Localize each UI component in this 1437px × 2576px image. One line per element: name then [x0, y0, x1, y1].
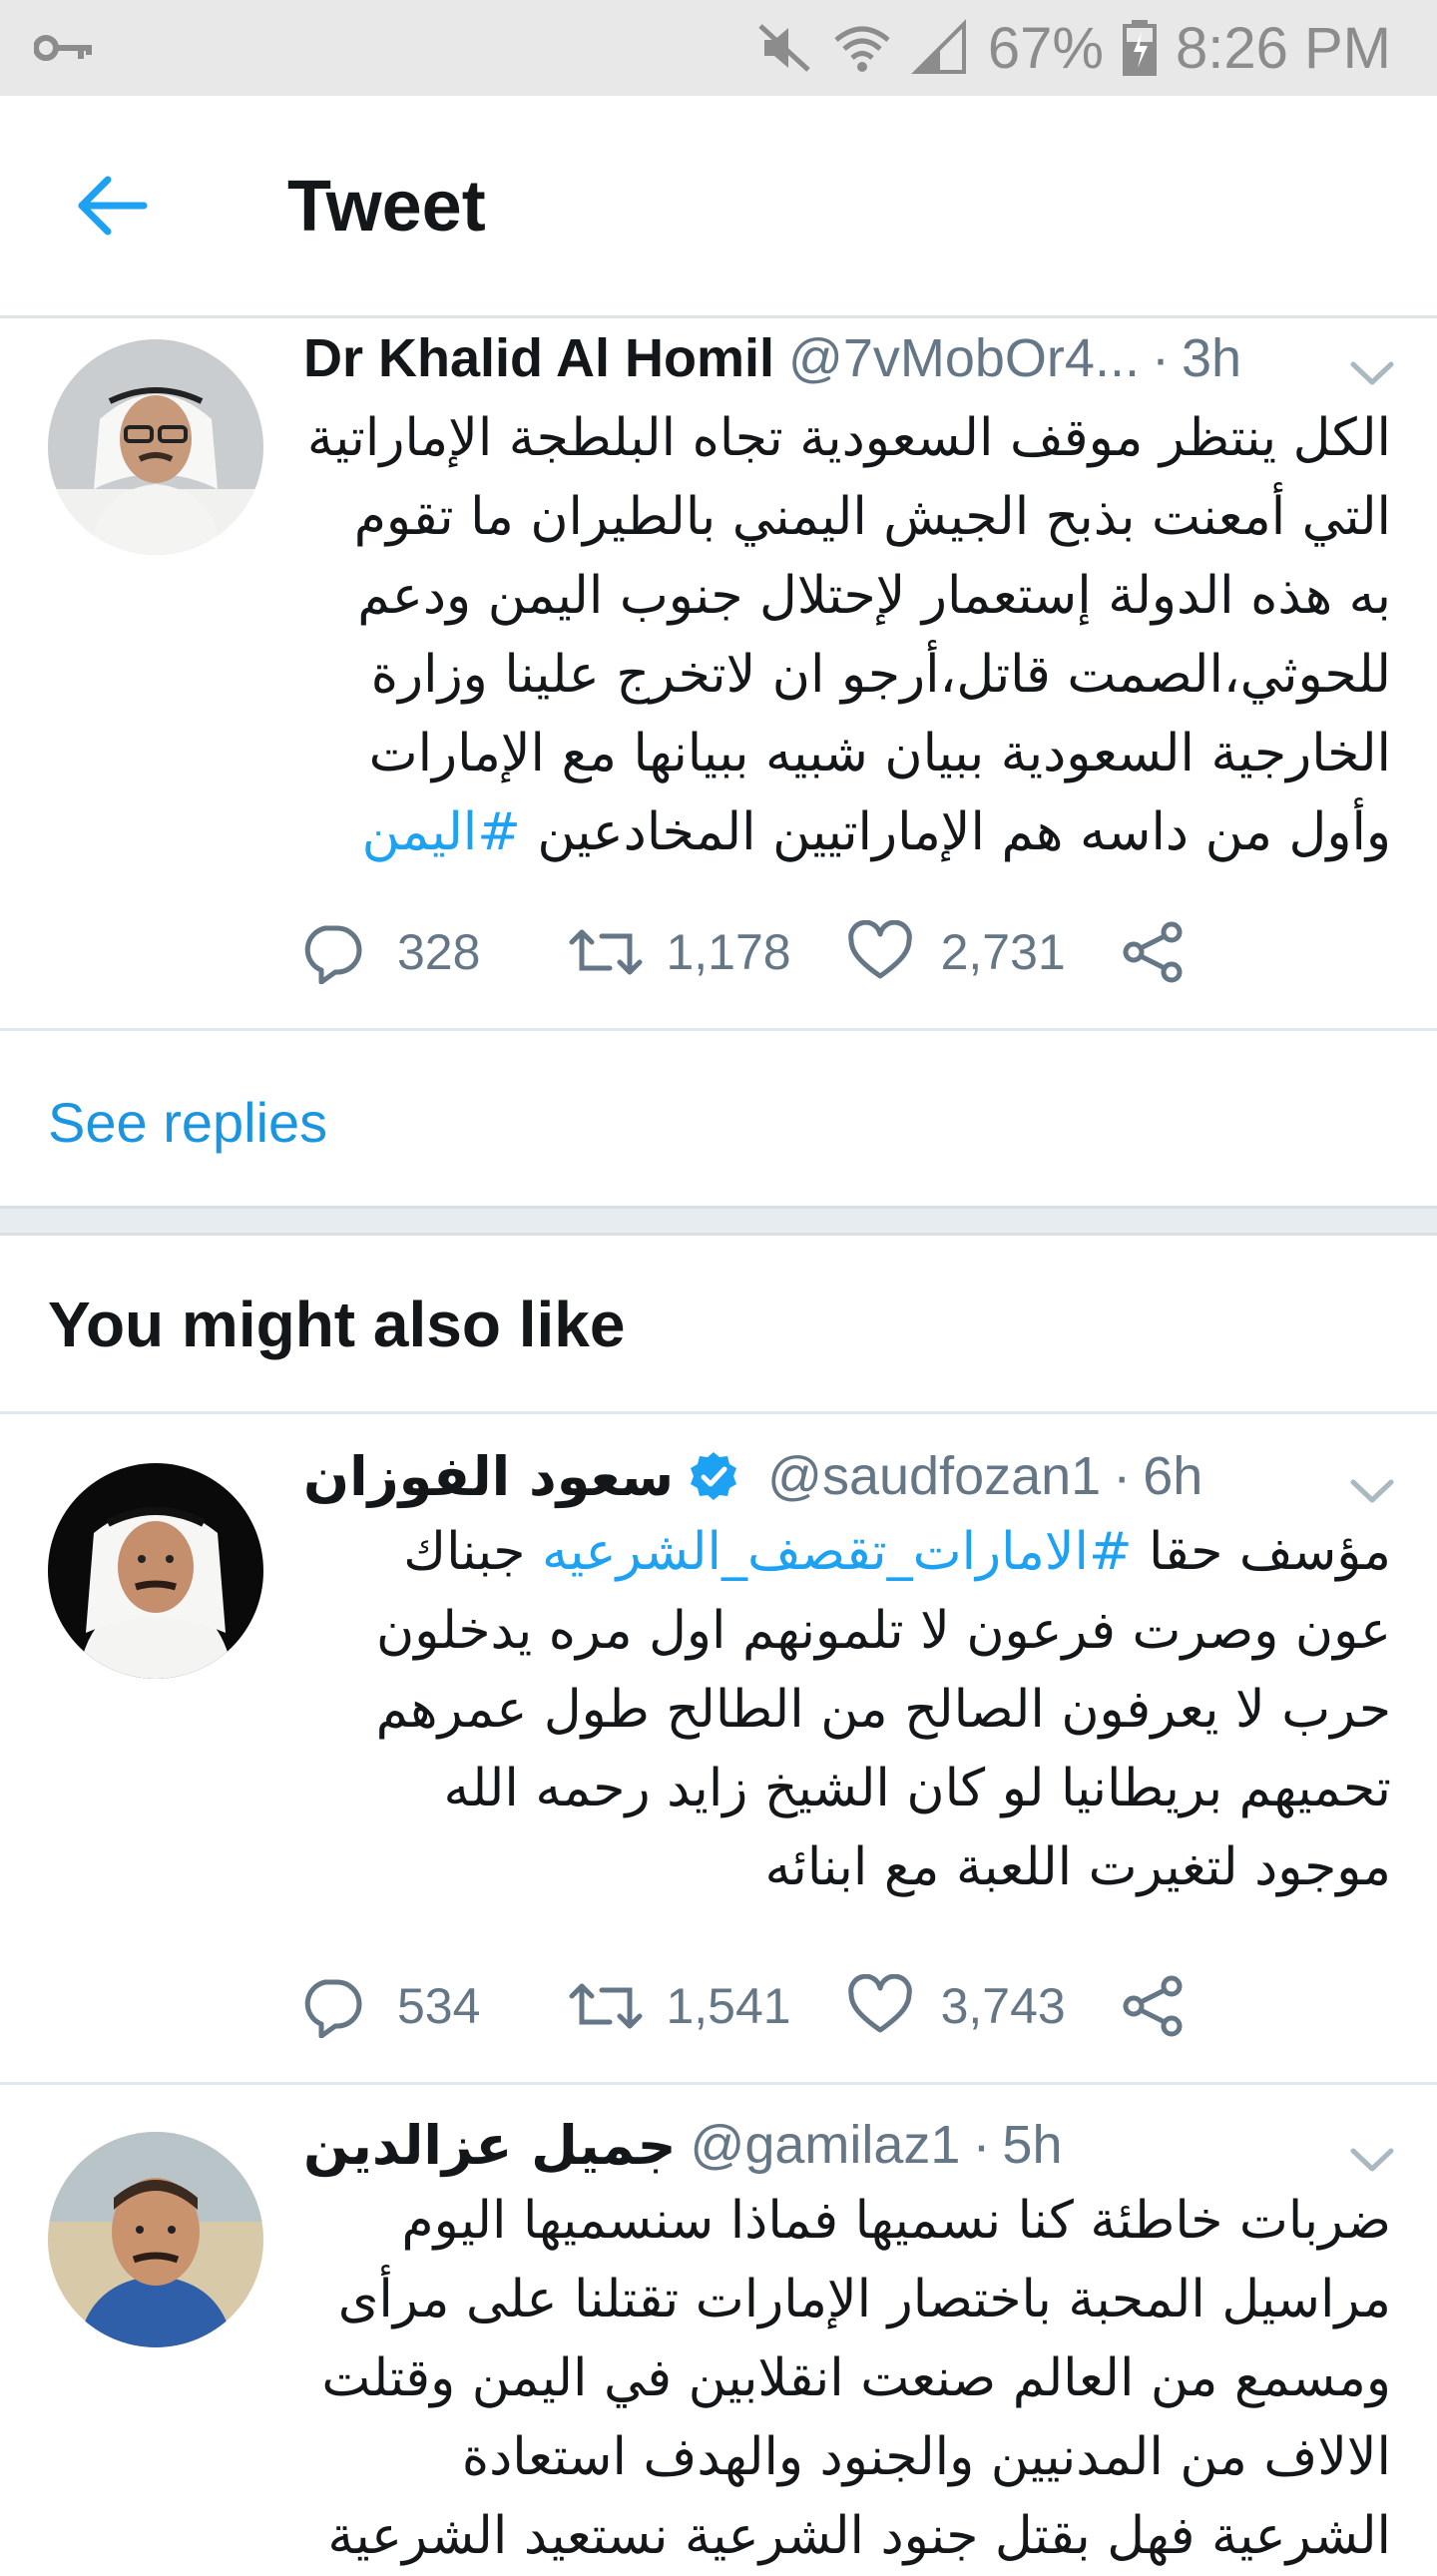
author-name[interactable]: جميل عزالدين: [303, 2114, 677, 2177]
share-button[interactable]: [1122, 1974, 1186, 2038]
like-button[interactable]: 3,743: [847, 1974, 1066, 2038]
separator-dot: ·: [1151, 328, 1170, 388]
author-handle[interactable]: @gamilaz1: [691, 2114, 961, 2176]
reply-button[interactable]: 534: [299, 1974, 480, 2038]
verified-badge-icon: [688, 1450, 739, 1502]
share-icon: [1122, 920, 1186, 984]
tweet-text-content: الكل ينتظر موقف السعودية تجاه البلطجة ال…: [306, 408, 1391, 862]
tweet-time: 5h: [1002, 2115, 1063, 2175]
divider: [0, 1411, 1437, 1414]
hashtag-link[interactable]: #اليمن: [362, 802, 521, 862]
retweet-count: 1,178: [666, 924, 791, 980]
tweet-header: سعود الفوزان @saudfozan1 · 6h: [303, 1441, 1397, 1511]
reply-count: 328: [397, 924, 481, 980]
chevron-down-icon[interactable]: [1347, 341, 1397, 385]
retweet-count: 1,541: [666, 1978, 791, 2034]
reply-count: 534: [397, 1978, 481, 2034]
wifi-icon: [832, 18, 892, 78]
heart-icon: [847, 920, 913, 984]
tweet-actions: 328 1,178 2,731: [299, 912, 1186, 992]
tweet-text-content: مؤسف حقا: [1132, 1522, 1391, 1582]
author-handle[interactable]: @7vMobOr4...: [788, 327, 1140, 389]
retweet-icon: [568, 920, 644, 984]
tweet-text-content: ضربات خاطئة كنا نسميها فماذا سنسميها الي…: [321, 2191, 1391, 2566]
chevron-down-icon[interactable]: [1347, 2128, 1397, 2172]
battery-icon: [1122, 18, 1158, 78]
signal-icon: [910, 18, 970, 78]
status-bar: 67% 8:26 PM: [0, 0, 1437, 96]
tweet-actions: 534 1,541 3,743: [299, 1966, 1186, 2046]
heart-icon: [847, 1974, 913, 2038]
battery-percent: 67%: [987, 15, 1104, 81]
separator-dot: ·: [1113, 1446, 1132, 1506]
avatar[interactable]: [48, 1463, 263, 1679]
see-replies-link[interactable]: See replies: [48, 1090, 327, 1155]
retweet-button[interactable]: 1,541: [568, 1974, 791, 2038]
tweet-text: ضربات خاطئة كنا نسميها فماذا سنسميها الي…: [299, 2182, 1391, 2576]
divider: [0, 1028, 1437, 1031]
tweet-time: 3h: [1181, 328, 1242, 388]
section-divider: [0, 1206, 1437, 1236]
tweet-header: Dr Khalid Al Homil @7vMobOr4... · 3h: [303, 323, 1397, 393]
section-title: You might also like: [48, 1288, 626, 1360]
author-name[interactable]: سعود الفوزان: [303, 1445, 674, 1508]
chevron-down-icon[interactable]: [1347, 1459, 1397, 1503]
like-count: 3,743: [940, 1978, 1066, 2034]
like-button[interactable]: 2,731: [847, 920, 1066, 984]
reply-icon: [299, 920, 363, 984]
reply-icon: [299, 1974, 363, 2038]
tweet-text: مؤسف حقا #الامارات_تقصف_الشرعيه جبناك عو…: [299, 1513, 1391, 1907]
hashtag-link[interactable]: #الامارات_تقصف_الشرعيه: [542, 1522, 1133, 1582]
tweet-header: جميل عزالدين @gamilaz1 · 5h: [303, 2110, 1397, 2180]
retweet-button[interactable]: 1,178: [568, 920, 791, 984]
separator-dot: ·: [972, 2115, 991, 2175]
tweet-text: الكل ينتظر موقف السعودية تجاه البلطجة ال…: [299, 399, 1391, 872]
author-handle[interactable]: @saudfozan1: [767, 1445, 1101, 1507]
reply-button[interactable]: 328: [299, 920, 480, 984]
arrow-left-icon[interactable]: [72, 166, 152, 246]
avatar[interactable]: [48, 2132, 263, 2347]
avatar[interactable]: [48, 339, 263, 555]
share-button[interactable]: [1122, 920, 1186, 984]
tweet-time: 6h: [1143, 1446, 1203, 1506]
share-icon: [1122, 1974, 1186, 2038]
clock: 8:26 PM: [1176, 15, 1391, 81]
retweet-icon: [568, 1974, 644, 2038]
app-header: Tweet: [0, 96, 1437, 318]
like-count: 2,731: [940, 924, 1066, 980]
author-name[interactable]: Dr Khalid Al Homil: [303, 327, 774, 389]
divider: [0, 2082, 1437, 2085]
key-icon: [34, 33, 94, 63]
mute-icon: [754, 18, 814, 78]
page-title: Tweet: [287, 167, 486, 247]
